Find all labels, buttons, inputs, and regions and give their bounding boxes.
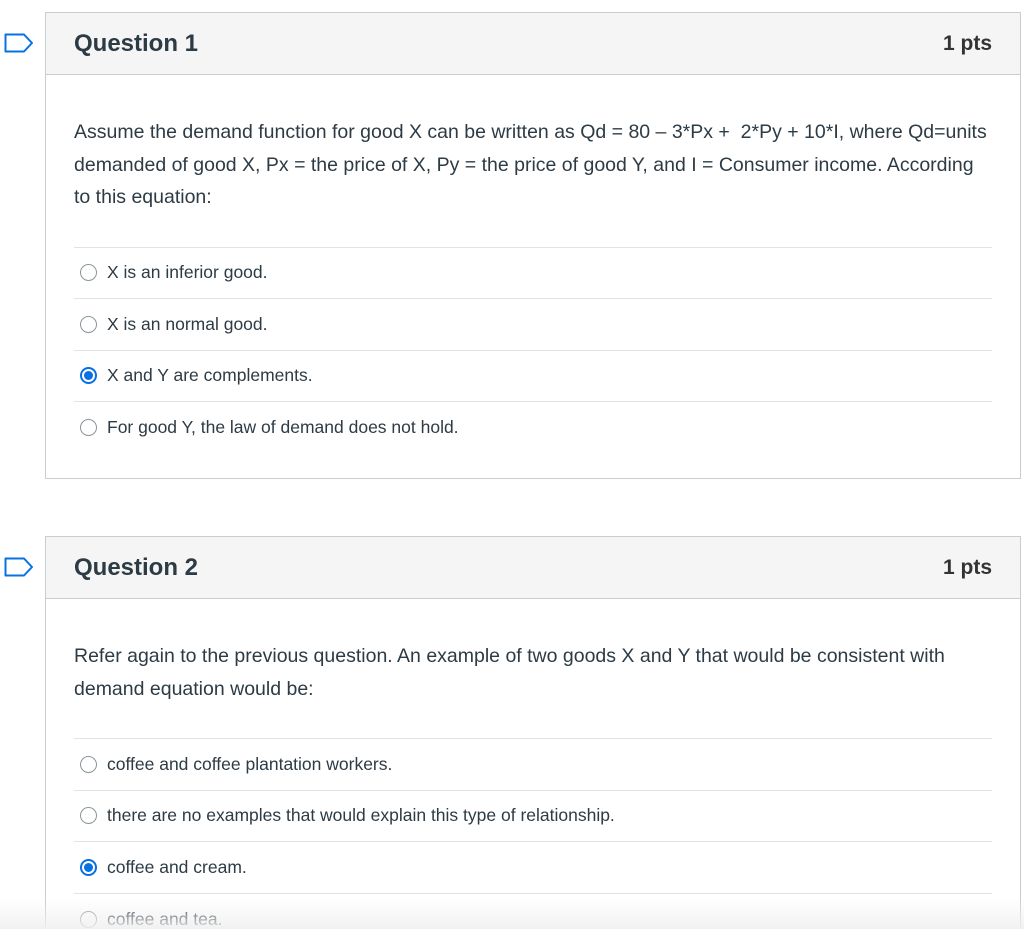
question-points: 1 pts <box>942 555 992 579</box>
question-1-card: Question 1 1 pts Assume the demand funct… <box>45 12 1021 479</box>
radio-button[interactable] <box>80 419 97 437</box>
radio-button[interactable] <box>80 910 97 928</box>
question-title: Question 1 <box>74 29 199 57</box>
answer-list: coffee and coffee plantation workers. th… <box>74 738 992 929</box>
answer-label: coffee and tea. <box>107 908 223 929</box>
answer-label: X and Y are complements. <box>107 365 313 386</box>
radio-button-selected[interactable] <box>80 858 97 876</box>
answer-label: coffee and coffee plantation workers. <box>107 753 393 774</box>
answer-option[interactable]: X is an inferior good. <box>74 248 992 299</box>
question-text: Refer again to the previous question. An… <box>74 645 945 700</box>
answer-option-selected[interactable]: X and Y are complements. <box>74 351 992 402</box>
flag-question-1-icon[interactable] <box>4 33 34 53</box>
answer-label: coffee and cream. <box>107 856 247 877</box>
answer-option[interactable]: For good Y, the law of demand does not h… <box>74 402 992 454</box>
radio-button[interactable] <box>80 264 97 282</box>
answer-label: X is an normal good. <box>107 313 268 334</box>
answer-list: X is an inferior good. X is an normal go… <box>74 246 992 454</box>
answer-label: there are no examples that would explain… <box>107 805 615 826</box>
answer-label: For good Y, the law of demand does not h… <box>107 417 459 438</box>
radio-button[interactable] <box>80 755 97 773</box>
answer-option[interactable]: there are no examples that would explain… <box>74 791 992 842</box>
answer-option[interactable]: coffee and tea. <box>74 894 992 929</box>
question-title: Question 2 <box>74 553 199 581</box>
question-points: 1 pts <box>942 31 992 55</box>
quiz-page: Question 1 1 pts Assume the demand funct… <box>0 0 1024 929</box>
answer-option[interactable]: coffee and coffee plantation workers. <box>74 739 992 791</box>
question-text: Assume the demand function for good X ca… <box>74 121 987 208</box>
flag-question-2-icon[interactable] <box>4 557 34 577</box>
answer-label: X is an inferior good. <box>107 262 268 283</box>
answer-option[interactable]: X is an normal good. <box>74 299 992 351</box>
radio-button[interactable] <box>80 807 97 825</box>
question-2-header: Question 2 1 pts <box>46 537 1020 599</box>
answer-option-selected[interactable]: coffee and cream. <box>74 842 992 894</box>
question-1-header: Question 1 1 pts <box>46 13 1020 75</box>
radio-button[interactable] <box>80 315 97 333</box>
question-2-card: Question 2 1 pts Refer again to the prev… <box>45 536 1021 929</box>
radio-button-selected[interactable] <box>80 367 97 385</box>
